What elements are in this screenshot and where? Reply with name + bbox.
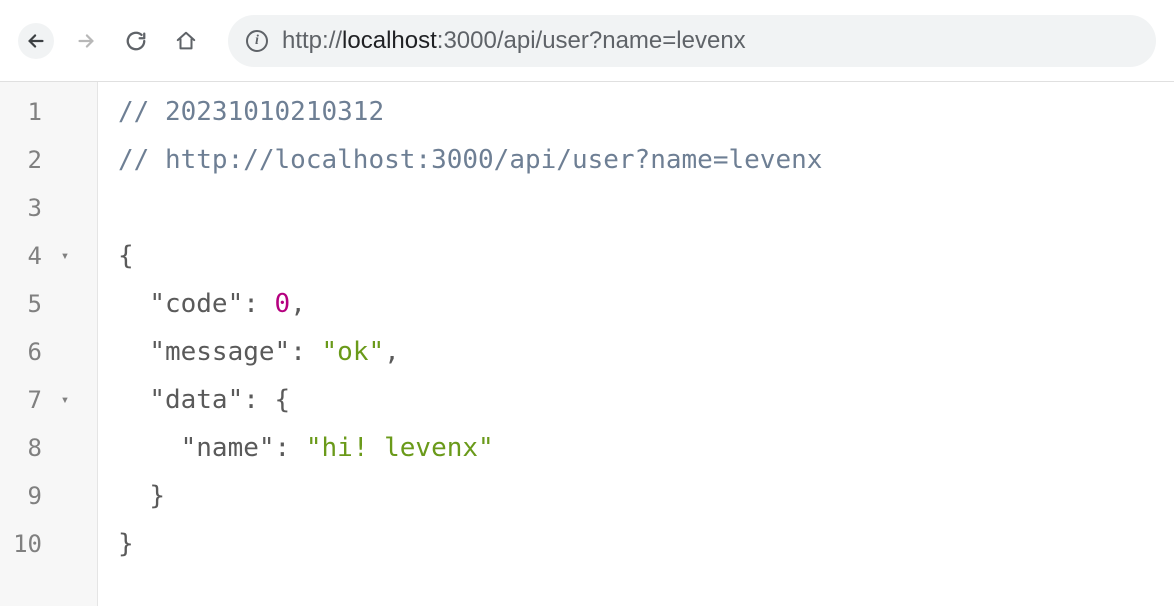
line-number: 2: [0, 136, 50, 184]
json-key: "code": [149, 289, 243, 319]
browser-toolbar: i http://localhost:3000/api/user?name=le…: [0, 0, 1174, 82]
line-number: 6: [0, 328, 50, 376]
brace: }: [149, 481, 165, 511]
url-path: :3000/api/user?name=levenx: [437, 27, 746, 54]
line-number: 10: [0, 520, 50, 568]
line-number: 7: [0, 376, 50, 424]
address-bar[interactable]: i http://localhost:3000/api/user?name=le…: [228, 15, 1156, 67]
reload-button[interactable]: [118, 23, 154, 59]
json-key: "name": [181, 433, 275, 463]
line-number: 8: [0, 424, 50, 472]
url-scheme: http://: [282, 27, 342, 54]
url-host: localhost: [342, 27, 437, 54]
json-string: "hi! levenx": [306, 433, 494, 463]
brace: }: [118, 529, 134, 559]
fold-toggle-icon[interactable]: ▾: [50, 232, 80, 280]
comment-line: // http://localhost:3000/api/user?name=l…: [118, 145, 822, 175]
json-viewer: 1 2 3 4▾ 5 6 7▾ 8 9 10 // 20231010210312…: [0, 82, 1174, 606]
back-button[interactable]: [18, 23, 54, 59]
line-number: 3: [0, 184, 50, 232]
json-number: 0: [275, 289, 291, 319]
line-number: 4: [0, 232, 50, 280]
fold-toggle-icon[interactable]: ▾: [50, 376, 80, 424]
forward-button[interactable]: [68, 23, 104, 59]
brace: {: [275, 385, 291, 415]
line-number: 5: [0, 280, 50, 328]
brace: {: [118, 241, 134, 271]
url-text: http://localhost:3000/api/user?name=leve…: [282, 27, 746, 55]
json-key: "data": [149, 385, 243, 415]
json-string: "ok": [322, 337, 385, 367]
line-number: 9: [0, 472, 50, 520]
comment-line: // 20231010210312: [118, 97, 384, 127]
code-area: // 20231010210312 // http://localhost:30…: [98, 82, 822, 606]
line-number: 1: [0, 88, 50, 136]
home-button[interactable]: [168, 23, 204, 59]
site-info-icon[interactable]: i: [246, 30, 268, 52]
line-gutter: 1 2 3 4▾ 5 6 7▾ 8 9 10: [0, 82, 98, 606]
json-key: "message": [149, 337, 290, 367]
